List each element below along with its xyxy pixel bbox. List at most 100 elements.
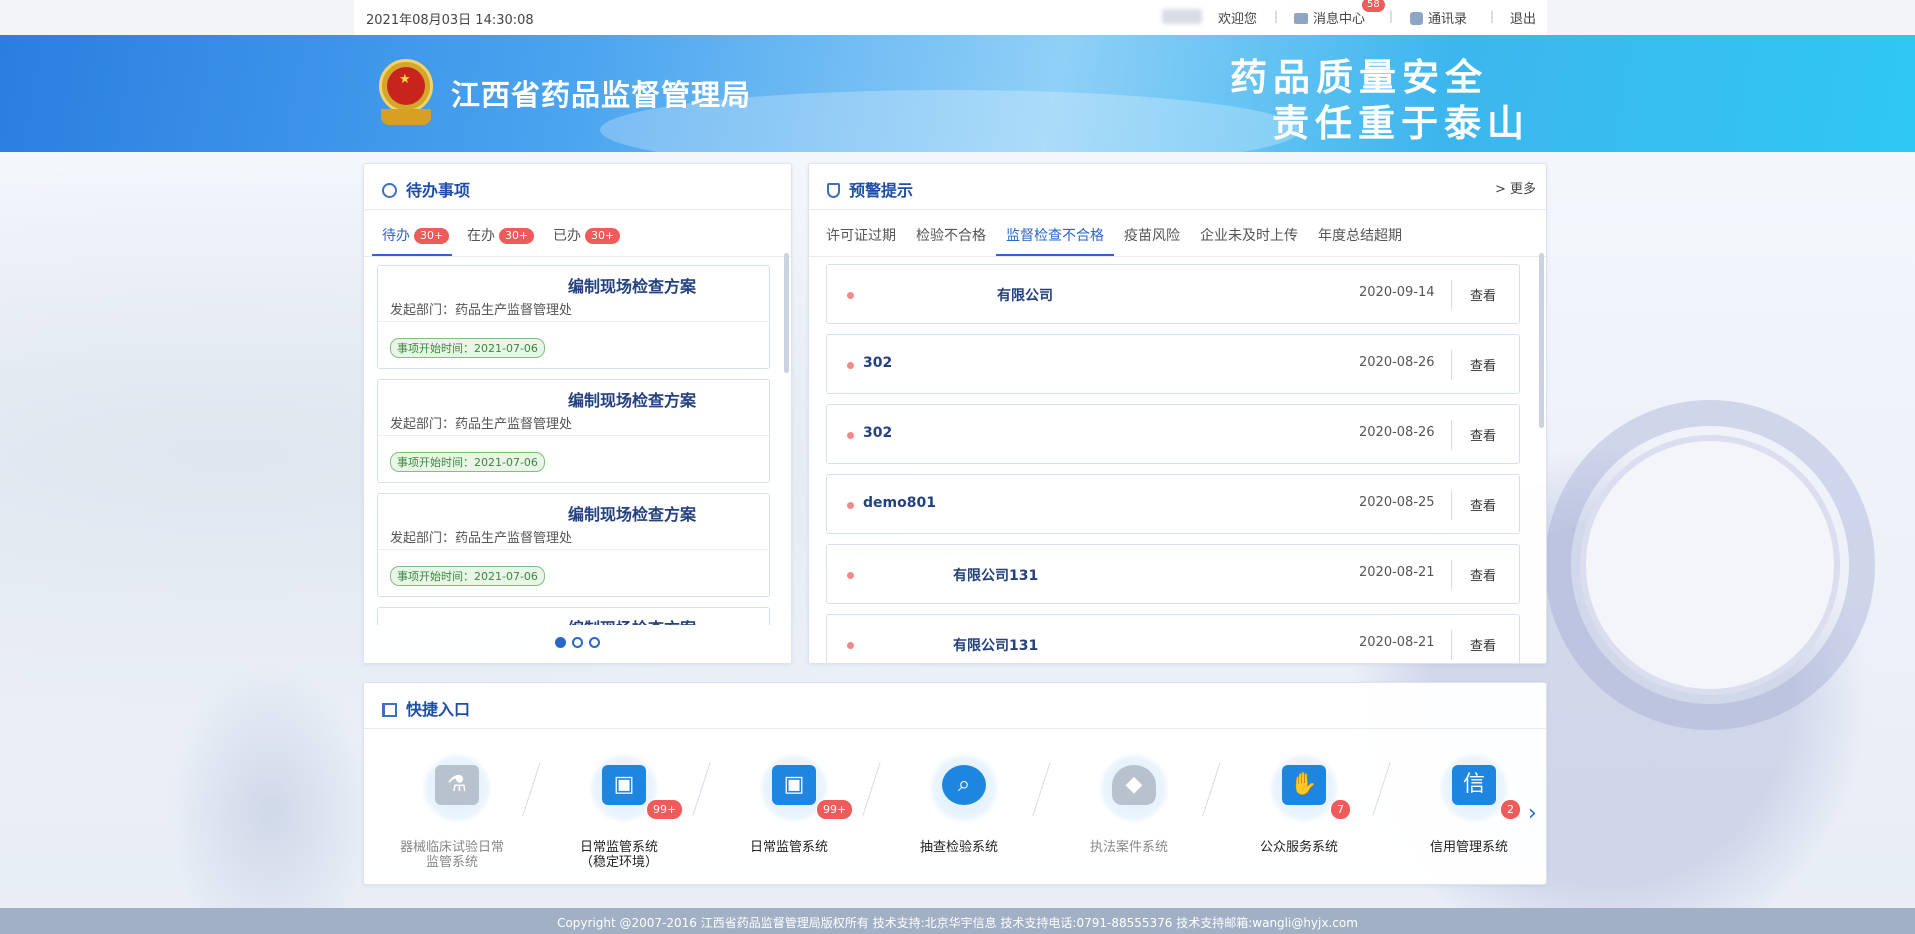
company-name: 有限公司131	[953, 638, 1039, 654]
todo-card-title: 编制现场检查方案	[568, 391, 697, 410]
company-name: 302	[863, 355, 893, 371]
enter-icon	[382, 703, 397, 717]
carousel-pagination	[364, 637, 791, 652]
quick-item-law-enforcement[interactable]: ◆ 执法案件系统	[1054, 745, 1204, 875]
microscope-icon: ⚗	[435, 765, 479, 805]
contacts-label: 通讯录	[1428, 12, 1468, 27]
bureau-name: 江西省药品监督管理局	[451, 78, 752, 112]
tab-annual-summary-overdue[interactable]: 年度总结超期	[1318, 225, 1402, 245]
page-dot-2[interactable]	[572, 637, 583, 648]
logout-link[interactable]: 退出	[1510, 8, 1536, 27]
chevron-right-icon[interactable]: ›	[1528, 801, 1537, 826]
quick-item-sampling-inspection[interactable]: ⌕ 抽查检验系统	[884, 745, 1034, 875]
warning-row: 有限公司131 2020-08-21 查看	[826, 614, 1520, 663]
warning-list: 有限公司 2020-09-14 查看 302 2020-08-26 查看 302…	[826, 264, 1521, 663]
slogan-line-2: 责任重于泰山	[1272, 101, 1530, 145]
message-icon	[1294, 13, 1308, 24]
quick-item-daily-supervision-stable[interactable]: ▣ 99+ 日常监管系统（稳定环境）	[544, 745, 694, 875]
tab-in-progress-badge: 30+	[499, 228, 535, 244]
todo-card-title: 编制现场检查方案	[568, 615, 696, 625]
national-emblem-logo: ★	[375, 59, 437, 127]
monitor-shield-icon: ▣	[772, 765, 816, 805]
view-button[interactable]: 查看	[1470, 635, 1496, 654]
quick-item-public-service[interactable]: ✋ 7 公众服务系统	[1224, 745, 1374, 875]
contacts-icon	[1410, 12, 1423, 25]
quick-item-badge: 99+	[646, 799, 684, 820]
contacts-link[interactable]: 通讯录	[1410, 8, 1467, 27]
todo-card-dept: 发起部门：药品生产监督管理处	[390, 531, 573, 546]
todo-panel: 待办事项 待办 30+ 在办 30+ 已办 30+ 编制现场检查方案 发起部门：药品生…	[363, 163, 792, 664]
quick-item-label: 信用管理系统	[1429, 840, 1508, 855]
divider	[1451, 490, 1452, 520]
quick-item-credit-management[interactable]: 信 2 信用管理系统	[1394, 745, 1544, 875]
tab-supervision-failed[interactable]: 监督检查不合格	[1006, 225, 1104, 245]
view-button[interactable]: 查看	[1470, 495, 1496, 514]
quick-item-badge: 2	[1500, 799, 1521, 820]
bullet-dot	[847, 292, 854, 299]
handshake-icon: ✋	[1282, 765, 1326, 805]
active-tab-indicator	[372, 254, 452, 256]
message-count-badge: 58	[1362, 0, 1385, 12]
tab-done-badge: 30+	[585, 228, 621, 244]
more-link[interactable]: > 更多	[1495, 178, 1536, 197]
divider	[378, 321, 769, 322]
credit-card-icon: 信	[1452, 765, 1496, 805]
todo-card[interactable]: 编制现场检查方案 发起部门：药品生产监督管理处 事项开始时间：2021-07-0…	[377, 379, 770, 483]
quick-item-label: 执法案件系统	[1089, 840, 1168, 855]
quick-item-daily-supervision[interactable]: ▣ 99+ 日常监管系统	[714, 745, 864, 875]
todo-card[interactable]: 编制现场检查方案 发起部门：药品生产监督管理处 事项开始时间：2021-07-0…	[377, 265, 770, 369]
divider: |	[1490, 9, 1495, 23]
warning-date: 2020-09-14	[1359, 285, 1435, 300]
divider	[1451, 420, 1452, 450]
divider	[1451, 350, 1452, 380]
todo-card-dept: 发起部门：药品生产监督管理处	[390, 303, 573, 318]
todo-card-title: 编制现场检查方案	[568, 505, 697, 524]
tab-done[interactable]: 已办 30+	[553, 225, 621, 245]
quick-item-label: 器械临床试验日常监管系统	[399, 840, 504, 870]
todo-card-start-time: 事项开始时间：2021-07-06	[390, 566, 545, 586]
todo-list: 编制现场检查方案 发起部门：药品生产监督管理处 事项开始时间：2021-07-0…	[377, 265, 772, 625]
divider	[809, 209, 1546, 210]
quick-item-device-clinical[interactable]: ⚗ 器械临床试验日常监管系统	[377, 745, 527, 875]
view-button[interactable]: 查看	[1470, 285, 1496, 304]
warning-row: 有限公司131 2020-08-21 查看	[826, 544, 1520, 604]
warning-date: 2020-08-26	[1359, 425, 1435, 440]
todo-card[interactable]: 编制现场检查方案 发起部门：药品生产监督管理处 事项开始时间：2021-07-0…	[377, 493, 770, 597]
quick-entry-panel: 快捷入口 ⚗ 器械临床试验日常监管系统 ▣ 99+ 日常监管系统（稳定环境） ▣…	[363, 682, 1547, 885]
todo-card[interactable]: 编制现场检查方案	[377, 607, 770, 625]
warning-panel-title: 预警提示	[827, 177, 913, 201]
tab-inspection-failed[interactable]: 检验不合格	[916, 225, 986, 245]
tab-pending[interactable]: 待办 30+	[382, 225, 450, 245]
header-banner: ★ 江西省药品监督管理局 药品质量安全 责任重于泰山	[0, 35, 1915, 152]
warning-row: 有限公司 2020-09-14 查看	[826, 264, 1520, 324]
message-center-link[interactable]: 消息中心	[1294, 8, 1365, 27]
company-name: demo801	[863, 495, 936, 511]
tab-license-expired[interactable]: 许可证过期	[826, 225, 896, 245]
tab-done-label: 已办	[553, 228, 581, 244]
username-redacted	[1162, 9, 1202, 24]
todo-title-text: 待办事项	[406, 181, 471, 200]
shield-icon	[827, 183, 840, 198]
divider	[862, 762, 881, 816]
quick-item-label: 日常监管系统（稳定环境）	[579, 840, 658, 870]
page-dot-3[interactable]	[589, 637, 600, 648]
porcelain-vase-decoration	[165, 660, 375, 910]
tab-vaccine-risk[interactable]: 疫苗风险	[1124, 225, 1180, 245]
view-button[interactable]: 查看	[1470, 565, 1496, 584]
divider	[1451, 630, 1452, 660]
view-button[interactable]: 查看	[1470, 355, 1496, 374]
warning-scrollbar[interactable]	[1539, 253, 1544, 428]
quick-item-label: 公众服务系统	[1259, 840, 1338, 855]
todo-scrollbar[interactable]	[784, 253, 789, 373]
view-button[interactable]: 查看	[1470, 425, 1496, 444]
todo-card-start-time: 事项开始时间：2021-07-06	[390, 338, 545, 358]
tab-pending-badge: 30+	[414, 228, 450, 244]
tab-late-upload[interactable]: 企业未及时上传	[1200, 225, 1298, 245]
message-center-label: 消息中心	[1313, 12, 1366, 27]
divider	[378, 435, 769, 436]
police-cap-icon: ◆	[1112, 765, 1156, 805]
top-bar-content: 2021年08月03日 14:30:08 欢迎您 | 消息中心 58 | 通讯录…	[354, 0, 1547, 35]
tab-in-progress[interactable]: 在办 30+	[467, 225, 535, 245]
divider	[1032, 762, 1051, 816]
page-dot-1[interactable]	[555, 637, 566, 648]
